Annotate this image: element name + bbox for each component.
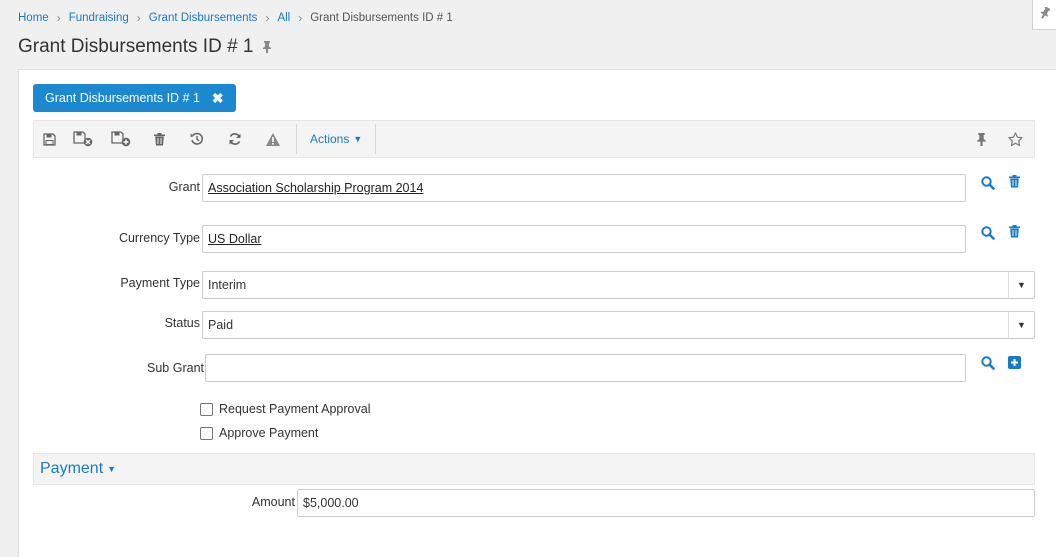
delete-icon[interactable] (140, 120, 178, 158)
caret-down-icon: ▼ (107, 464, 117, 474)
actions-label: Actions (310, 132, 350, 146)
chevron-right-icon: › (265, 11, 270, 25)
status-select[interactable]: Paid ▼ (202, 311, 1035, 339)
amount-field[interactable]: $5,000.00 (297, 489, 1035, 517)
save-icon[interactable] (34, 120, 64, 158)
payment-type-select[interactable]: Interim ▼ (202, 271, 1035, 299)
toolbar-right (966, 120, 1034, 158)
payment-type-value: Interim (208, 278, 247, 292)
breadcrumb-home[interactable]: Home (18, 12, 49, 24)
grant-field[interactable]: Association Scholarship Program 2014 (202, 174, 966, 202)
breadcrumb-fundraising[interactable]: Fundraising (69, 12, 129, 24)
amount-value: $5,000.00 (303, 496, 359, 510)
sub-grant-label: Sub Grant (147, 361, 204, 375)
request-payment-approval-checkbox[interactable] (200, 402, 213, 416)
record-tab-label: Grant Disbursements ID # 1 (45, 91, 200, 105)
save-and-new-icon[interactable] (102, 120, 140, 158)
request-payment-approval-row[interactable]: Request Payment Approval (200, 402, 370, 416)
breadcrumb-grant-disbursements[interactable]: Grant Disbursements (149, 12, 258, 24)
history-icon[interactable] (178, 120, 216, 158)
refresh-icon[interactable] (216, 120, 254, 158)
toolbar-divider (375, 124, 377, 154)
payment-section-title: Payment (40, 460, 104, 477)
close-icon[interactable]: ✖ (212, 90, 224, 107)
payment-section-header[interactable]: Payment ▼ (33, 453, 1035, 485)
breadcrumb-all[interactable]: All (277, 12, 290, 24)
currency-type-link[interactable]: US Dollar (208, 232, 262, 246)
actions-dropdown[interactable]: Actions ▼ (301, 132, 371, 146)
caret-down-icon: ▼ (1008, 272, 1034, 298)
pin-icon (1040, 6, 1051, 22)
record-panel: Grant Disbursements ID # 1 ✖ Actions ▼ G… (18, 69, 1056, 557)
pin-icon[interactable] (966, 120, 996, 158)
breadcrumb: Home › Fundraising › Grant Disbursements… (18, 11, 453, 25)
caret-down-icon: ▼ (353, 134, 363, 144)
currency-type-field[interactable]: US Dollar (202, 225, 966, 253)
sub-grant-field[interactable] (205, 354, 966, 382)
chevron-right-icon: › (56, 11, 61, 25)
search-icon[interactable] (981, 226, 995, 240)
chevron-right-icon: › (136, 11, 141, 25)
record-tab[interactable]: Grant Disbursements ID # 1 ✖ (33, 84, 236, 112)
status-label: Status (164, 316, 200, 330)
approve-payment-label: Approve Payment (219, 426, 319, 440)
delete-icon[interactable] (1009, 225, 1020, 238)
sidebar-pin-button[interactable] (1032, 0, 1056, 30)
payment-type-label: Payment Type (120, 276, 200, 290)
page-title: Grant Disbursements ID # 1 (18, 36, 254, 57)
grant-label: Grant (168, 180, 200, 194)
approve-payment-checkbox[interactable] (200, 426, 213, 440)
warning-icon[interactable] (254, 120, 292, 158)
delete-icon[interactable] (1009, 175, 1020, 188)
caret-down-icon: ▼ (1008, 312, 1034, 338)
toolbar-divider (296, 124, 297, 154)
approve-payment-row[interactable]: Approve Payment (200, 426, 318, 440)
search-icon[interactable] (981, 176, 995, 190)
chevron-right-icon: › (298, 11, 303, 25)
add-icon[interactable] (1008, 356, 1021, 369)
save-and-close-icon[interactable] (64, 120, 102, 158)
page-title-row: Grant Disbursements ID # 1 (18, 36, 272, 58)
search-icon[interactable] (981, 356, 995, 370)
star-icon[interactable] (996, 120, 1034, 158)
amount-label: Amount (251, 495, 295, 509)
grant-link[interactable]: Association Scholarship Program 2014 (208, 181, 423, 195)
breadcrumb-current: Grant Disbursements ID # 1 (310, 12, 453, 24)
request-payment-approval-label: Request Payment Approval (219, 402, 371, 416)
toolbar: Actions ▼ (33, 120, 1035, 158)
currency-type-label: Currency Type (118, 231, 200, 245)
pin-icon[interactable] (262, 41, 272, 53)
status-value: Paid (208, 318, 234, 332)
